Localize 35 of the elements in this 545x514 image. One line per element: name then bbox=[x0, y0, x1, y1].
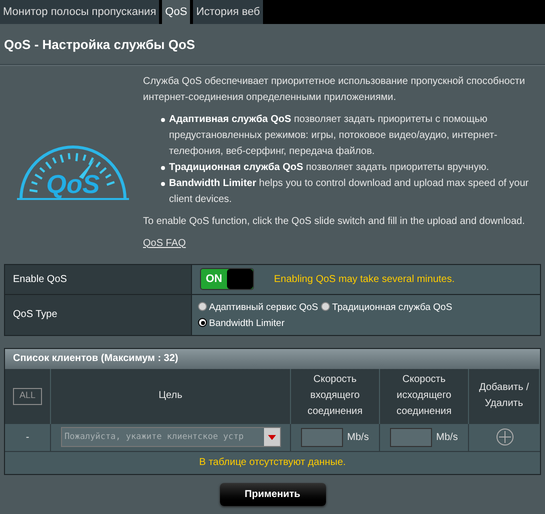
intro-paragraph: Служба QoS обеспечивает приоритетное использование пропускной способности интернет-соединения определенными приложениями. bbox=[143, 74, 526, 104]
note-text: To enable QoS function, click the QoS slide switch and fill in the upload and download. bbox=[143, 214, 526, 228]
column-header: Добавить / Удалить bbox=[478, 381, 530, 411]
radio-icon[interactable] bbox=[198, 302, 207, 312]
tab[interactable]: История веб bbox=[193, 0, 263, 24]
row-index: - bbox=[26, 430, 30, 444]
column-header: Цель bbox=[158, 389, 182, 403]
speed-input[interactable] bbox=[301, 428, 344, 446]
client-list-header: Список клиентов (Максимум : 32) bbox=[5, 348, 540, 368]
add-icon[interactable] bbox=[496, 428, 514, 446]
page-title: QoS - Настройка службы QoS bbox=[4, 36, 196, 54]
tab[interactable]: Монитор полосы пропускания bbox=[0, 0, 160, 24]
faq-link[interactable]: QoS FAQ bbox=[143, 236, 186, 252]
tab[interactable]: QoS bbox=[162, 0, 190, 24]
hint-text: Enabling QoS may take several minutes. bbox=[274, 272, 455, 286]
setting-label: QoS Type bbox=[5, 294, 192, 334]
qos-gauge-logo: QoS bbox=[16, 134, 128, 200]
bullet-text: Адаптивная служба QoS позволяет задать приоритеты с помощью предустановленных режимов: игры, потоковое видео/аудио, интернет-телефония, веб-серфинг, передача файлов. bbox=[169, 112, 498, 158]
all-button[interactable]: ALL bbox=[13, 388, 42, 404]
radio-icon[interactable] bbox=[198, 318, 207, 328]
setting-label: Enable QoS bbox=[5, 264, 192, 294]
column-header: Скорость входящего соединения bbox=[306, 373, 364, 419]
bullet-text: Bandwidth Limiter helps you to control download and upload max speed of your client devices. bbox=[169, 176, 530, 206]
unit-label: Mb/s bbox=[436, 430, 458, 444]
caret-icon bbox=[268, 434, 276, 440]
qos-type-radio[interactable]: Традиционная служба QoS bbox=[321, 300, 452, 316]
qos-type-radio[interactable]: Адаптивный сервис QoS bbox=[198, 300, 318, 316]
qos-type-radio[interactable]: Bandwidth Limiter bbox=[198, 316, 285, 332]
apply-button[interactable]: Применить bbox=[220, 482, 326, 506]
radio-icon[interactable] bbox=[321, 302, 330, 312]
speed-input[interactable] bbox=[390, 428, 432, 446]
column-header: Скорость исходящего соединения bbox=[395, 373, 453, 419]
empty-message: В таблице отсутствуют данные. bbox=[199, 456, 346, 470]
unit-label: Mb/s bbox=[347, 430, 369, 444]
bullet-text: Традиционная служба QoS позволяет задать приоритеты вручную. bbox=[169, 160, 489, 174]
